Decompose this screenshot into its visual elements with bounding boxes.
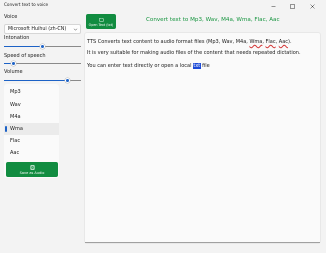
volume-slider[interactable]	[4, 77, 81, 83]
format-item-m4a[interactable]: M4a	[4, 111, 59, 123]
close-icon	[310, 3, 315, 9]
folder-icon	[98, 17, 104, 21]
editor-underline	[85, 242, 320, 243]
spellcheck-word: Wma	[249, 39, 263, 45]
editor-text: You can enter text directly or open a lo…	[87, 63, 194, 69]
slider-fill	[4, 45, 43, 47]
chevron-down-icon	[73, 28, 78, 31]
slider-thumb[interactable]	[40, 43, 45, 49]
maximize-icon	[290, 3, 295, 9]
format-item-label: M4a	[10, 114, 21, 120]
intonation-slider[interactable]	[4, 43, 81, 49]
format-item-flac[interactable]: Flac	[4, 135, 59, 147]
save-as-audio-button[interactable]: Save as Audio	[6, 162, 58, 177]
speed-label: Speed of speech	[4, 53, 46, 59]
speed-slider[interactable]	[4, 60, 81, 66]
page-heading: Convert text to Mp3, Wav, M4a, Wma, Flac…	[146, 17, 280, 23]
close-button[interactable]	[305, 0, 320, 12]
open-text-label: Open Text (txt)	[88, 23, 114, 27]
format-item-label: Wav	[10, 102, 21, 108]
spellcheck-word: Aac	[278, 39, 289, 45]
selected-text: txt	[193, 63, 201, 69]
editor-text: ).	[288, 39, 292, 45]
format-item-aac[interactable]: Aac	[4, 147, 59, 159]
format-item-mp3[interactable]: Mp3	[4, 86, 59, 98]
slider-thumb[interactable]	[11, 60, 17, 66]
volume-label: Volume	[4, 69, 23, 75]
format-item-wav[interactable]: Wav	[4, 99, 59, 111]
save-icon	[30, 164, 35, 170]
maximize-button[interactable]	[285, 0, 300, 12]
slider-fill	[4, 79, 68, 81]
title-bar: Convert text to voice	[0, 0, 326, 12]
format-item-wma[interactable]: Wma	[4, 123, 59, 135]
open-text-button[interactable]: Open Text (txt)	[86, 14, 116, 29]
editor-line-1: TTS Converts text content to audio forma…	[87, 39, 292, 45]
slider-thumb[interactable]	[65, 77, 71, 83]
format-item-label: Aac	[10, 150, 20, 156]
editor-line-2: It is very suitable for making audio fil…	[87, 50, 301, 56]
format-item-label: Mp3	[10, 89, 21, 95]
voice-label: Voice	[4, 14, 18, 20]
voice-select[interactable]: Microsoft Huihui (zh-CN)	[4, 24, 81, 34]
editor-line-3: You can enter text directly or open a lo…	[87, 63, 210, 69]
voice-select-value: Microsoft Huihui (zh-CN)	[8, 26, 67, 32]
window-title: Convert text to voice	[4, 2, 49, 7]
intonation-label: Intonation	[4, 35, 30, 41]
save-as-audio-label: Save as Audio	[19, 171, 45, 175]
editor-text: TTS Converts text content to audio forma…	[87, 39, 250, 45]
format-item-label: Flac	[10, 138, 21, 144]
format-item-label: Wma	[10, 126, 23, 132]
spellcheck-word: Flac	[265, 39, 276, 45]
text-editor[interactable]: TTS Converts text content to audio forma…	[84, 32, 321, 244]
minimize-icon	[271, 5, 276, 7]
minimize-button[interactable]	[266, 0, 281, 12]
editor-text: file	[200, 63, 210, 69]
